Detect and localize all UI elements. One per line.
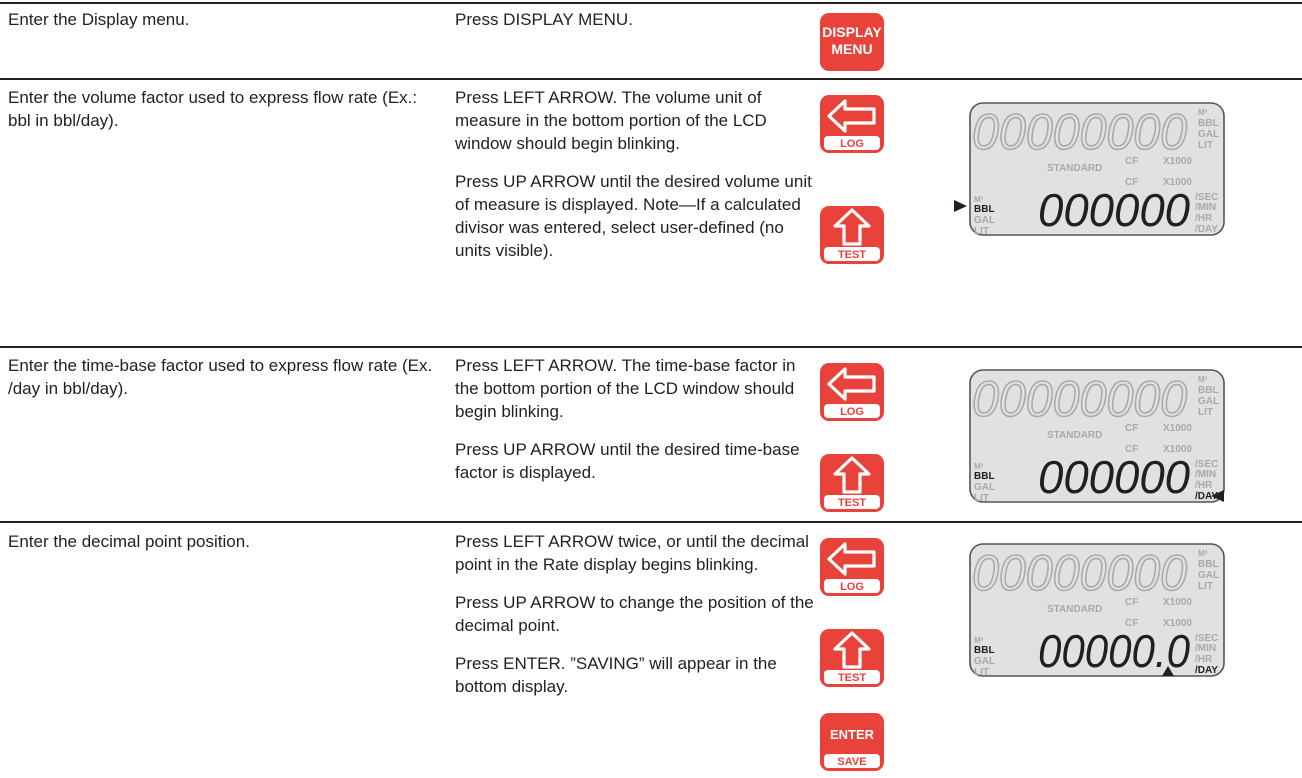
step-left-arrow: Press LEFT ARROW twice, or until the dec… — [455, 532, 809, 574]
lcd-standard-label: STANDARD — [1047, 163, 1102, 174]
log-left-arrow-button[interactable]: LOG — [818, 537, 886, 597]
lcd-unit-volume: BBL — [974, 471, 995, 482]
lcd-unit-time: /DAY — [1195, 224, 1218, 235]
steps-volume-factor: Press LEFT ARROW. The volume unit of mea… — [455, 86, 815, 277]
lcd-unit-volume: BBL — [974, 204, 995, 215]
lcd-unit-volume: GAL — [974, 656, 995, 667]
test-up-arrow-button[interactable]: TEST — [818, 205, 886, 265]
lcd-unit-top: M³ — [1198, 375, 1208, 384]
lcd-unit-top: LIT — [1198, 140, 1213, 151]
lcd-cf-label: CF — [1125, 156, 1138, 167]
lcd-unit-top: M³ — [1198, 549, 1208, 558]
action-time-base: Enter the time-base factor used to expre… — [8, 356, 433, 398]
lcd-unit-time: /MIN — [1195, 202, 1216, 213]
lcd-unit-volume: LIT — [974, 493, 989, 504]
lcd-unit-time: /MIN — [1195, 643, 1216, 654]
enter-label: ENTER — [830, 727, 875, 742]
lcd-x1000-label: X1000 — [1163, 597, 1192, 608]
lcd-unit-time: /HR — [1195, 654, 1213, 665]
display-menu-label-line2: MENU — [831, 41, 872, 57]
test-up-arrow-button[interactable]: TEST — [818, 628, 886, 688]
lcd-unit-top: GAL — [1198, 396, 1219, 407]
lcd-top-digits: 00000000 — [972, 545, 1187, 601]
test-label: TEST — [838, 497, 866, 509]
log-label: LOG — [840, 581, 864, 593]
lcd-standard-label: STANDARD — [1047, 430, 1102, 441]
step-enter: Press ENTER. ”SAVING” will appear in the… — [455, 654, 777, 696]
table-top-rule — [0, 2, 1302, 4]
lcd-display-timebase: 00000000 M³ BBL GAL LIT STANDARD CF CF X1000 X100… — [954, 368, 1226, 504]
save-label: SAVE — [837, 756, 866, 768]
row-divider — [0, 346, 1302, 348]
step-left-arrow: Press LEFT ARROW. The volume unit of mea… — [455, 88, 767, 153]
step-up-arrow: Press UP ARROW until the desired volume … — [455, 172, 812, 260]
lcd-bottom-digits: 000000 — [1038, 184, 1190, 236]
step-up-arrow: Press UP ARROW to change the position of… — [455, 593, 814, 635]
lcd-unit-volume: M³ — [974, 636, 984, 645]
lcd-unit-volume: GAL — [974, 215, 995, 226]
lcd-unit-time: /HR — [1195, 213, 1213, 224]
lcd-cf-label: CF — [1125, 423, 1138, 434]
lcd-unit-top: GAL — [1198, 570, 1219, 581]
lcd-bottom-digits: 000000 — [1038, 451, 1190, 503]
steps-decimal-point: Press LEFT ARROW twice, or until the dec… — [455, 530, 815, 713]
lcd-unit-top: BBL — [1198, 385, 1219, 396]
lcd-unit-top: BBL — [1198, 118, 1219, 129]
lcd-unit-volume: LIT — [974, 226, 989, 237]
lcd-unit-top: GAL — [1198, 129, 1219, 140]
lcd-unit-time: /MIN — [1195, 469, 1216, 480]
lcd-top-digits: 00000000 — [972, 104, 1187, 160]
lcd-unit-time: /DAY — [1195, 665, 1218, 676]
steps-time-base: Press LEFT ARROW. The time-base factor i… — [455, 354, 815, 499]
row-divider — [0, 521, 1302, 523]
lcd-unit-time: /HR — [1195, 480, 1213, 491]
log-left-arrow-button[interactable]: LOG — [818, 94, 886, 154]
lcd-unit-top: LIT — [1198, 581, 1213, 592]
action-display-menu: Enter the Display menu. — [8, 10, 190, 29]
step-press-display-menu: Press DISPLAY MENU. — [455, 10, 633, 29]
lcd-unit-top: LIT — [1198, 407, 1213, 418]
log-label: LOG — [840, 138, 864, 150]
lcd-top-digits: 00000000 — [972, 371, 1187, 427]
lcd-unit-top: M³ — [1198, 108, 1208, 117]
test-label: TEST — [838, 672, 866, 684]
row-divider — [0, 78, 1302, 80]
lcd-unit-top: BBL — [1198, 559, 1219, 570]
lcd-cf-label: CF — [1125, 597, 1138, 608]
lcd-unit-volume: M³ — [974, 462, 984, 471]
log-left-arrow-button[interactable]: LOG — [818, 362, 886, 422]
step-left-arrow: Press LEFT ARROW. The time-base factor i… — [455, 356, 796, 421]
display-menu-button[interactable]: DISPLAY MENU — [818, 12, 886, 72]
lcd-display-decimal: 00000000 M³ BBL GAL LIT STANDARD CF CF X1000 X100… — [954, 542, 1226, 678]
display-menu-label-line1: DISPLAY — [822, 24, 882, 40]
action-decimal-point: Enter the decimal point position. — [8, 532, 250, 551]
lcd-x1000-label: X1000 — [1163, 156, 1192, 167]
lcd-standard-label: STANDARD — [1047, 604, 1102, 615]
action-volume-factor: Enter the volume factor used to express … — [8, 88, 418, 130]
step-up-arrow: Press UP ARROW until the desired time-ba… — [455, 440, 800, 482]
lcd-display-volume: 00000000 M³ BBL GAL LIT STANDARD CF CF X1000 X100… — [954, 101, 1226, 237]
lcd-unit-volume: BBL — [974, 645, 995, 656]
enter-save-button[interactable]: ENTER SAVE — [818, 712, 886, 772]
lcd-x1000-label: X1000 — [1163, 423, 1192, 434]
log-label: LOG — [840, 406, 864, 418]
pointer-arrow-icon — [954, 200, 967, 212]
lcd-unit-volume: M³ — [974, 195, 984, 204]
lcd-unit-volume: LIT — [974, 667, 989, 678]
test-label: TEST — [838, 249, 866, 261]
test-up-arrow-button[interactable]: TEST — [818, 453, 886, 513]
lcd-unit-volume: GAL — [974, 482, 995, 493]
